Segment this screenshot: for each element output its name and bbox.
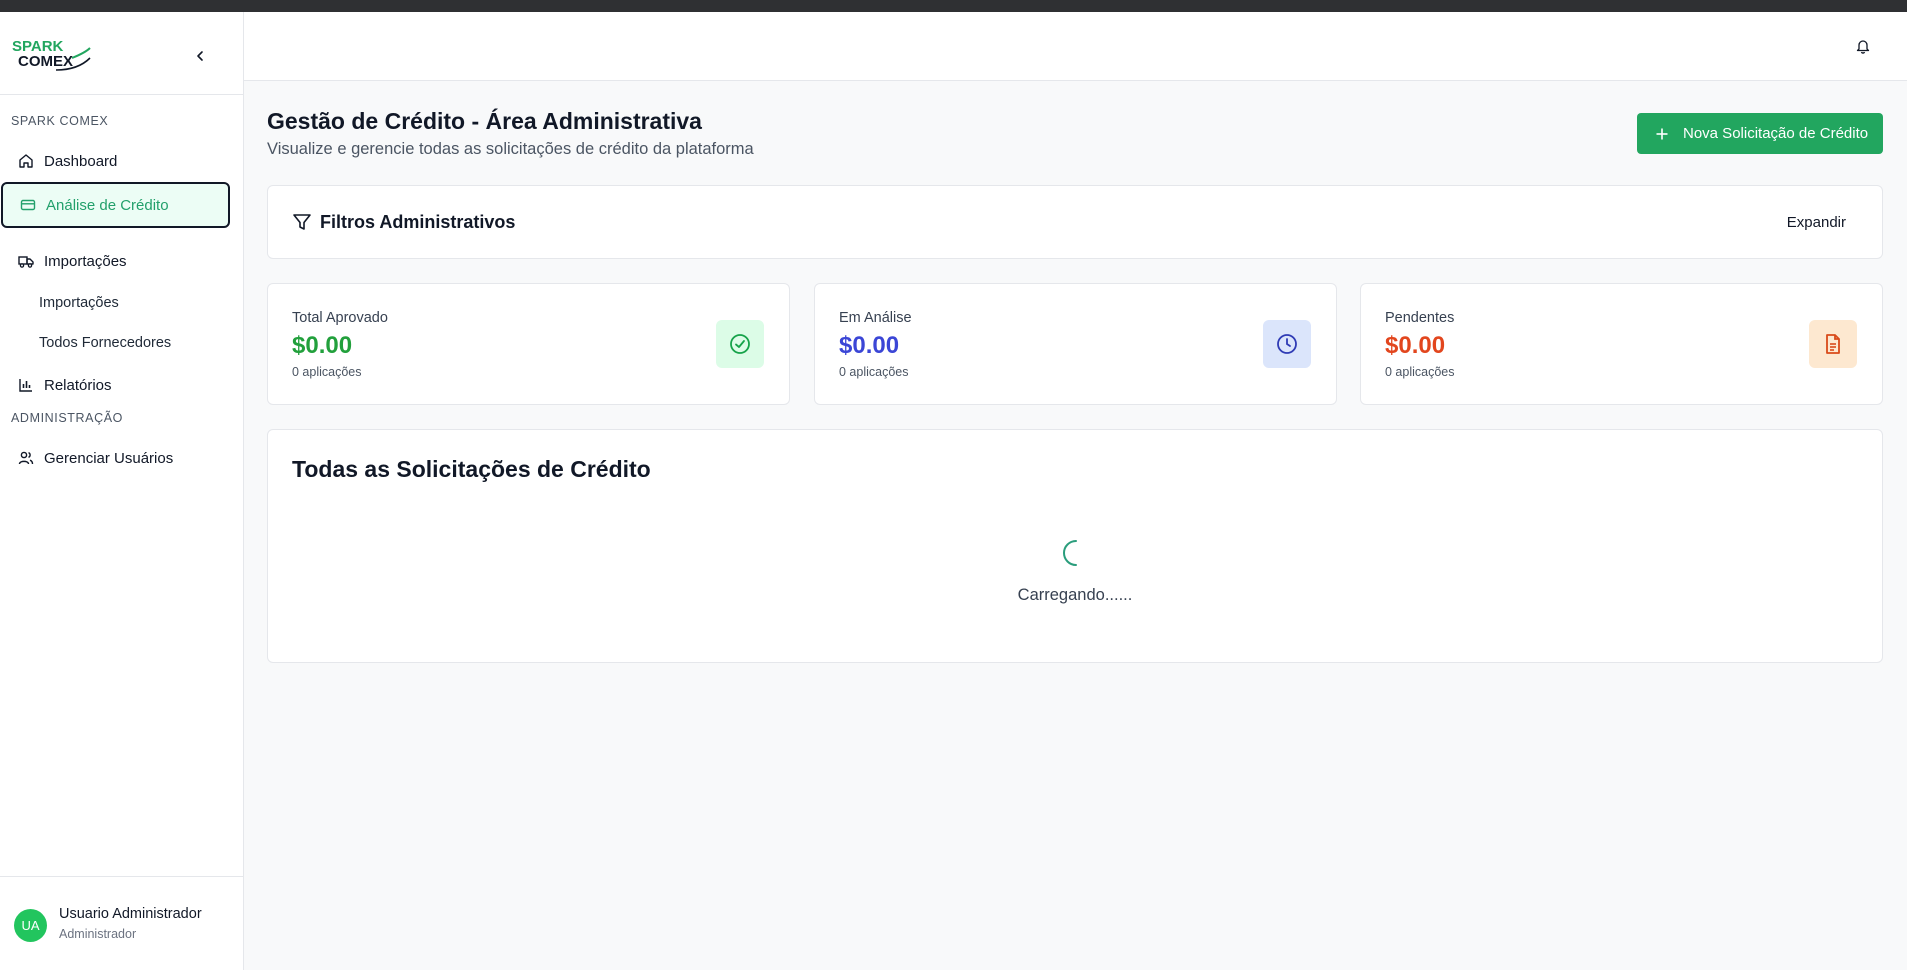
sidebar-item-credit-analysis[interactable]: Análise de Crédito xyxy=(1,182,230,228)
loading-spinner-icon xyxy=(1063,540,1077,566)
sidebar-item-label: Importações xyxy=(44,252,127,270)
sidebar-subitem-all-suppliers[interactable]: Todos Fornecedores xyxy=(39,335,171,351)
stat-label: Em Análise xyxy=(839,310,912,326)
new-credit-request-label: Nova Solicitação de Crédito xyxy=(1683,125,1869,142)
credit-requests-panel: Todas as Solicitações de Crédito Carrega… xyxy=(267,429,1883,663)
new-credit-request-button[interactable]: Nova Solicitação de Crédito xyxy=(1637,113,1883,154)
loading-text: Carregando...... xyxy=(1017,586,1133,604)
expand-filters-button[interactable]: Expandir xyxy=(1787,214,1846,231)
stat-label: Pendentes xyxy=(1385,310,1455,326)
sidebar-item-label: Dashboard xyxy=(44,152,118,170)
bar-chart-icon xyxy=(19,379,32,392)
truck-icon xyxy=(18,256,34,268)
svg-text:COMEX: COMEX xyxy=(18,53,73,70)
stat-card-pending: Pendentes $0.00 0 aplicações xyxy=(1360,283,1883,405)
home-icon xyxy=(19,154,33,168)
filters-title: Filtros Administrativos xyxy=(320,212,516,232)
stat-value: $0.00 xyxy=(839,332,900,359)
stat-count: 0 aplicações xyxy=(839,365,909,379)
user-profile[interactable]: UA Usuario Administrador Administrador xyxy=(0,876,243,970)
stat-count: 0 aplicações xyxy=(292,365,362,379)
stat-value: $0.00 xyxy=(1385,332,1446,359)
sidebar-item-label: Análise de Crédito xyxy=(46,196,169,214)
sidebar-subitem-imports[interactable]: Importações xyxy=(39,295,119,311)
sidebar-item-manage-users[interactable]: Gerenciar Usuários xyxy=(0,436,230,480)
top-bar xyxy=(244,12,1907,81)
browser-top-strip xyxy=(0,0,1907,12)
admin-filters-panel: Filtros Administrativos Expandir xyxy=(267,185,1883,259)
bell-icon xyxy=(1856,40,1870,54)
stat-value: $0.00 xyxy=(292,332,353,359)
credit-card-icon xyxy=(20,199,36,211)
stat-label: Total Aprovado xyxy=(292,310,388,326)
stat-card-in-analysis: Em Análise $0.00 0 aplicações xyxy=(814,283,1337,405)
sidebar-header: SPARK COMEX xyxy=(0,12,243,95)
stat-count: 0 aplicações xyxy=(1385,365,1455,379)
sidebar-item-dashboard[interactable]: Dashboard xyxy=(0,139,230,183)
collapse-sidebar-button[interactable] xyxy=(188,44,212,68)
chevron-left-icon xyxy=(197,51,203,61)
spark-comex-logo[interactable]: SPARK COMEX xyxy=(12,36,92,72)
stat-card-total-approved: Total Aprovado $0.00 0 aplicações xyxy=(267,283,790,405)
page-subtitle: Visualize e gerencie todas as solicitaçõ… xyxy=(267,140,754,158)
check-circle-icon xyxy=(716,320,764,368)
plus-icon xyxy=(1656,128,1668,139)
section-label-administration: ADMINISTRAÇÃO xyxy=(11,411,123,425)
document-icon xyxy=(1809,320,1857,368)
section-label-spark-comex: SPARK COMEX xyxy=(11,114,109,128)
sidebar-item-label: Relatórios xyxy=(44,376,112,394)
requests-title: Todas as Solicitações de Crédito xyxy=(292,456,651,482)
user-role: Administrador xyxy=(59,927,137,941)
filter-icon xyxy=(293,214,311,230)
users-icon xyxy=(18,451,34,465)
sidebar-item-label: Gerenciar Usuários xyxy=(44,449,174,467)
user-name: Usuario Administrador xyxy=(59,906,202,922)
sidebar: SPARK COMEX SPARK COMEX Dashboard Anális… xyxy=(0,12,244,970)
page-title: Gestão de Crédito - Área Administrativa xyxy=(267,108,702,134)
sidebar-item-reports[interactable]: Relatórios xyxy=(0,363,230,407)
clock-icon xyxy=(1263,320,1311,368)
notifications-button[interactable] xyxy=(1851,34,1875,58)
sidebar-item-imports[interactable]: Importações xyxy=(0,239,230,283)
avatar: UA xyxy=(14,909,47,942)
